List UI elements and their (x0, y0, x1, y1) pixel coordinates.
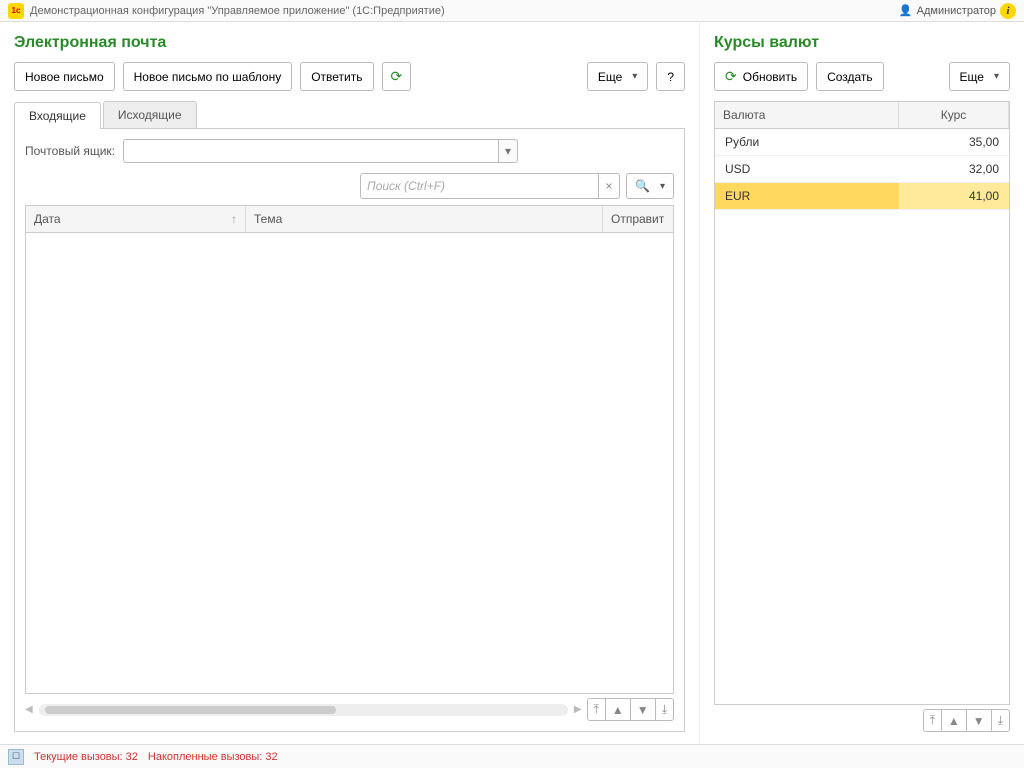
titlebar: 1c Демонстрационная конфигурация "Управл… (0, 0, 1024, 22)
info-icon[interactable]: i (1000, 3, 1016, 19)
rates-table-header: Валюта Курс (714, 101, 1010, 129)
rate-value: 41,00 (899, 183, 1009, 209)
email-table-header: Дата↑ Тема Отправит (25, 205, 674, 233)
email-table-body[interactable] (25, 233, 674, 694)
col-rate[interactable]: Курс (899, 102, 1009, 128)
tab-outbox[interactable]: Исходящие (103, 101, 197, 128)
email-pane: Электронная почта Новое письмо Новое пис… (0, 22, 700, 744)
email-help-button[interactable]: ? (656, 62, 685, 91)
email-toolbar: Новое письмо Новое письмо по шаблону Отв… (14, 62, 685, 91)
sort-asc-icon: ↑ (231, 212, 237, 226)
tab-inbox[interactable]: Входящие (14, 102, 101, 129)
nav-up-button[interactable]: ▲ (605, 698, 631, 721)
email-title: Электронная почта (14, 34, 685, 52)
status-accumulated-calls: Накопленные вызовы: 32 (148, 751, 278, 763)
mailbox-combo[interactable]: ▾ (123, 139, 518, 163)
rate-name: EUR (715, 183, 899, 209)
col-subject[interactable]: Тема (246, 206, 603, 232)
col-date[interactable]: Дата↑ (26, 206, 246, 232)
email-scroll-row: ◀ ▶ ⤒ ▲ ▼ ⤓ (25, 698, 674, 721)
refresh-button[interactable]: ⟳ (382, 62, 412, 91)
nav-up-button[interactable]: ▲ (941, 709, 967, 732)
rates-create-button[interactable]: Создать (816, 62, 884, 91)
rate-row[interactable]: EUR41,00 (715, 183, 1009, 210)
nav-first-button[interactable]: ⤒ (923, 709, 942, 732)
nav-down-button[interactable]: ▼ (966, 709, 992, 732)
app-logo-icon: 1c (8, 3, 24, 19)
email-tabs: Входящие Исходящие (14, 101, 685, 129)
rates-toolbar: ⟳Обновить Создать Еще (714, 62, 1010, 91)
new-mail-button[interactable]: Новое письмо (14, 62, 115, 91)
email-more-button[interactable]: Еще (587, 62, 648, 91)
search-clear-button[interactable]: × (598, 173, 620, 199)
scroll-right-icon[interactable]: ▶ (574, 704, 582, 715)
search-input[interactable] (360, 173, 598, 199)
rates-pane: Курсы валют ⟳Обновить Создать Еще Валюта… (700, 22, 1024, 744)
mailbox-row: Почтовый ящик: ▾ (25, 139, 674, 163)
window-title: Демонстрационная конфигурация "Управляем… (30, 5, 899, 17)
nav-last-button[interactable]: ⤓ (991, 709, 1010, 732)
reply-button[interactable]: Ответить (300, 62, 373, 91)
rates-nav-buttons: ⤒ ▲ ▼ ⤓ (924, 709, 1010, 732)
status-current-calls: Текущие вызовы: 32 (34, 751, 138, 763)
new-mail-template-button[interactable]: Новое письмо по шаблону (123, 62, 293, 91)
horizontal-scrollbar[interactable] (39, 704, 568, 716)
nav-first-button[interactable]: ⤒ (587, 698, 606, 721)
search-icon: 🔍 (635, 179, 650, 193)
rates-refresh-button[interactable]: ⟳Обновить (714, 62, 808, 91)
rates-title: Курсы валют (714, 34, 1010, 52)
rate-row[interactable]: USD32,00 (715, 156, 1009, 183)
refresh-icon: ⟳ (391, 68, 403, 85)
col-currency[interactable]: Валюта (715, 102, 899, 128)
user-area[interactable]: 👤 Администратор i (899, 3, 1016, 19)
user-name: Администратор (917, 5, 996, 17)
mailbox-label: Почтовый ящик: (25, 144, 115, 158)
email-tab-body: Почтовый ящик: ▾ × 🔍 Дата↑ Тема Отправит (14, 129, 685, 732)
nav-last-button[interactable]: ⤓ (655, 698, 674, 721)
rates-footer: ⤒ ▲ ▼ ⤓ (714, 709, 1010, 732)
nav-down-button[interactable]: ▼ (630, 698, 656, 721)
email-nav-buttons: ⤒ ▲ ▼ ⤓ (588, 698, 674, 721)
rate-name: Рубли (715, 129, 899, 155)
refresh-icon: ⟳ (725, 68, 737, 85)
rate-name: USD (715, 156, 899, 182)
search-row: × 🔍 (25, 173, 674, 199)
scrollbar-thumb[interactable] (45, 706, 336, 714)
search-box: × (360, 173, 620, 199)
search-button[interactable]: 🔍 (626, 173, 674, 199)
rate-row[interactable]: Рубли35,00 (715, 129, 1009, 156)
rates-table-body[interactable]: Рубли35,00USD32,00EUR41,00 (714, 129, 1010, 705)
mailbox-dropdown-button[interactable]: ▾ (498, 139, 518, 163)
statusbar-icon[interactable]: ☐ (8, 749, 24, 765)
mailbox-input[interactable] (123, 139, 498, 163)
rate-value: 32,00 (899, 156, 1009, 182)
col-sender[interactable]: Отправит (603, 206, 673, 232)
rate-value: 35,00 (899, 129, 1009, 155)
statusbar: ☐ Текущие вызовы: 32 Накопленные вызовы:… (0, 744, 1024, 768)
user-icon: 👤 (899, 4, 913, 17)
rates-more-button[interactable]: Еще (949, 62, 1010, 91)
scroll-left-icon[interactable]: ◀ (25, 704, 33, 715)
